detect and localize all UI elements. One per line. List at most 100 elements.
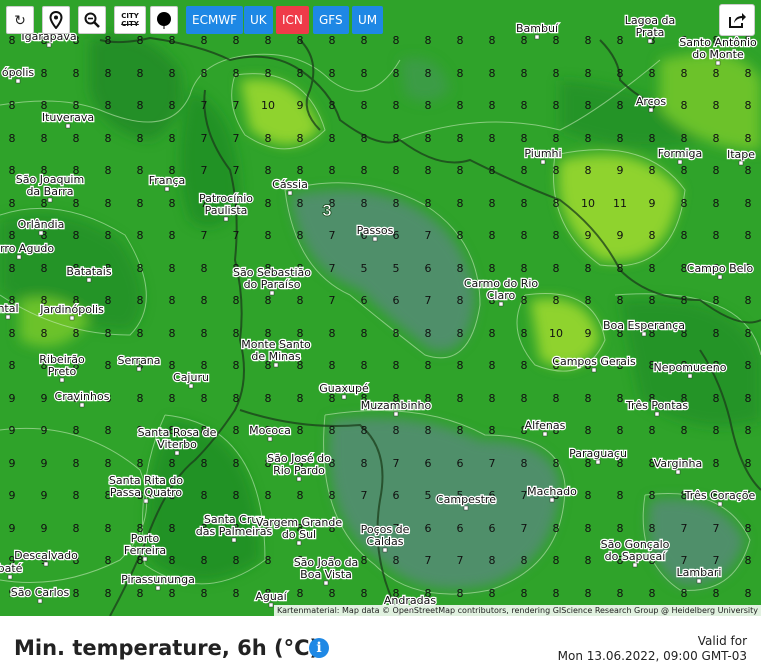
temp-value: 8 bbox=[713, 164, 720, 177]
temp-value: 8 bbox=[489, 554, 496, 567]
valid-datetime: Mon 13.06.2022, 09:00 GMT-03 bbox=[557, 649, 747, 663]
city-label: Serrana bbox=[117, 354, 160, 367]
temp-value: 8 bbox=[265, 392, 272, 405]
temp-value: 8 bbox=[41, 132, 48, 145]
temp-value: 8 bbox=[361, 457, 368, 470]
temp-value: 7 bbox=[233, 99, 240, 112]
city-marker bbox=[5, 314, 11, 320]
temp-value: 8 bbox=[489, 392, 496, 405]
temp-value: 8 bbox=[649, 587, 656, 600]
temp-value: 7 bbox=[521, 522, 528, 535]
temp-value: 8 bbox=[457, 229, 464, 242]
temp-value: 6 bbox=[361, 294, 368, 307]
temp-value: 8 bbox=[105, 294, 112, 307]
city-label: do Sapucaí bbox=[605, 550, 667, 563]
temp-value: 8 bbox=[553, 67, 560, 80]
zoom-out-button[interactable] bbox=[78, 6, 106, 34]
location-button[interactable] bbox=[42, 6, 70, 34]
temp-value: 8 bbox=[393, 197, 400, 210]
temp-value: 8 bbox=[617, 489, 624, 502]
temp-value: 8 bbox=[521, 67, 528, 80]
temp-value: 9 bbox=[9, 489, 16, 502]
model-button-gfs[interactable]: GFS bbox=[313, 6, 349, 34]
temp-value: 8 bbox=[713, 457, 720, 470]
temp-value: 8 bbox=[585, 262, 592, 275]
temp-value: 8 bbox=[585, 132, 592, 145]
city-label: do Sul bbox=[282, 528, 316, 541]
city-marker bbox=[540, 159, 546, 165]
temp-value: 8 bbox=[73, 489, 80, 502]
city-marker bbox=[632, 562, 638, 568]
city-marker bbox=[47, 197, 53, 203]
temp-value: 8 bbox=[105, 67, 112, 80]
reload-button[interactable]: ↻ bbox=[6, 6, 34, 34]
temp-value: 8 bbox=[329, 359, 336, 372]
city-41: Santa Rita doPassa Quatro bbox=[108, 473, 185, 504]
temp-value: 8 bbox=[265, 164, 272, 177]
temp-value: 8 bbox=[681, 99, 688, 112]
map-attribution[interactable]: Kartenmaterial: Map data © OpenStreetMap… bbox=[273, 605, 761, 616]
model-button-ecmwf[interactable]: ECMWF bbox=[186, 6, 244, 34]
temp-value: 8 bbox=[361, 132, 368, 145]
temp-value: 8 bbox=[329, 327, 336, 340]
temp-value: 8 bbox=[681, 67, 688, 80]
temp-value: 8 bbox=[617, 34, 624, 47]
city-label: Batatais bbox=[66, 265, 111, 278]
temp-value: 8 bbox=[297, 34, 304, 47]
share-button[interactable] bbox=[719, 4, 755, 36]
temp-value: 8 bbox=[233, 67, 240, 80]
temp-value: 8 bbox=[457, 587, 464, 600]
temp-value: 10 bbox=[261, 99, 275, 112]
city-marker bbox=[164, 186, 170, 192]
city-marker bbox=[382, 547, 388, 553]
temp-value: 10 bbox=[549, 327, 563, 340]
temp-value: 8 bbox=[201, 457, 208, 470]
temp-value: 8 bbox=[745, 457, 752, 470]
temp-value: 8 bbox=[521, 262, 528, 275]
temp-value: 8 bbox=[169, 522, 176, 535]
temp-value: 8 bbox=[393, 99, 400, 112]
city-marker bbox=[717, 274, 723, 280]
temp-value: 8 bbox=[553, 587, 560, 600]
temp-value: 7 bbox=[329, 294, 336, 307]
city-label: da Barra bbox=[26, 185, 73, 198]
temp-value: 8 bbox=[745, 294, 752, 307]
temp-value: 8 bbox=[265, 67, 272, 80]
temp-value: 7 bbox=[457, 554, 464, 567]
weather-map[interactable]: 8 8 8 8 8 8 8 8 8 8 8 8 8 8 8 8 8 8 8 8 8 8 8 8 8 8 8 8 8 8 8 8 8 8 8 8 8 8 8 8… bbox=[0, 0, 761, 616]
temp-value: 8 bbox=[105, 34, 112, 47]
city-47: Poços deCaldas bbox=[359, 522, 411, 553]
city-label: Rio Pardo bbox=[273, 464, 325, 477]
info-icon[interactable]: i bbox=[309, 638, 329, 658]
map-title: Min. temperature, 6h (°C) bbox=[14, 636, 320, 660]
temp-value: 8 bbox=[617, 294, 624, 307]
temp-value: 8 bbox=[201, 34, 208, 47]
temp-value: 8 bbox=[681, 164, 688, 177]
temp-value: 8 bbox=[105, 424, 112, 437]
temp-value: 8 bbox=[137, 99, 144, 112]
point-values-toggle[interactable] bbox=[150, 6, 178, 34]
city-labels-toggle[interactable]: CITY CITY bbox=[114, 6, 146, 34]
model-button-uk[interactable]: UK bbox=[244, 6, 273, 34]
city-marker bbox=[59, 377, 65, 383]
temp-value: 8 bbox=[169, 229, 176, 242]
city-marker bbox=[46, 42, 52, 48]
model-button-um[interactable]: UM bbox=[352, 6, 384, 34]
temp-value: 8 bbox=[521, 164, 528, 177]
temp-value: 8 bbox=[617, 67, 624, 80]
city-marker bbox=[273, 362, 279, 368]
temp-value: 8 bbox=[361, 327, 368, 340]
temp-value: 6 bbox=[393, 489, 400, 502]
temp-value: 8 bbox=[489, 327, 496, 340]
model-button-icn[interactable]: ICN bbox=[276, 6, 309, 34]
temp-value: 7 bbox=[425, 229, 432, 242]
temp-value: 8 bbox=[41, 67, 48, 80]
temp-value: 7 bbox=[201, 164, 208, 177]
temp-value: 7 bbox=[681, 522, 688, 535]
temp-value: 8 bbox=[649, 132, 656, 145]
temp-value: 8 bbox=[361, 34, 368, 47]
city-label: Machado bbox=[527, 485, 577, 498]
city-label: Morro Agudo bbox=[0, 242, 54, 255]
city-marker bbox=[717, 501, 723, 507]
city-marker bbox=[542, 431, 548, 437]
